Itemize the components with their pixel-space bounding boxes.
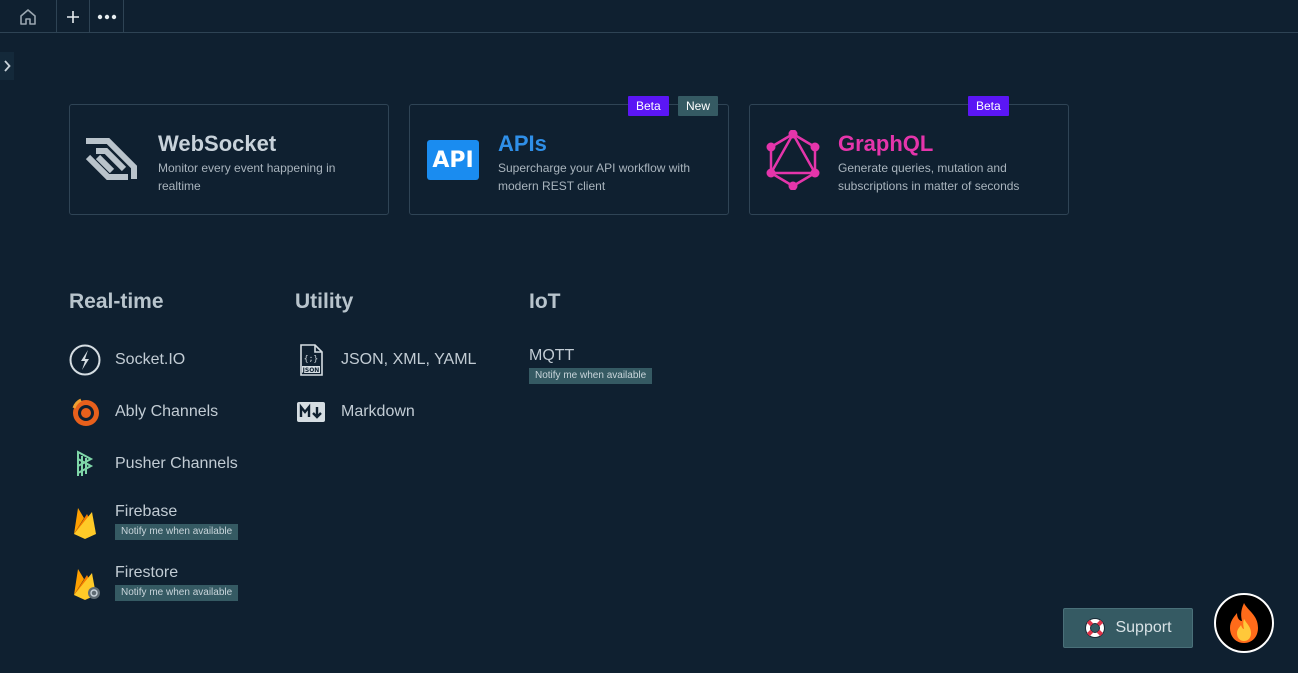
item-firebase[interactable]: Firebase Notify me when available [69, 503, 239, 540]
item-mqtt[interactable]: MQTT Notify me when available [529, 347, 653, 384]
item-ably[interactable]: Ably Channels [69, 396, 218, 428]
graphql-logo [762, 130, 824, 190]
home-icon [20, 8, 36, 25]
pusher-icon [69, 448, 101, 480]
item-pusher[interactable]: Pusher Channels [69, 448, 238, 480]
item-label: Pusher Channels [115, 455, 238, 472]
firestore-icon [69, 567, 101, 600]
new-tab-button[interactable] [56, 0, 90, 33]
support-button[interactable]: Support [1063, 608, 1193, 648]
item-label: JSON, XML, YAML [341, 351, 477, 368]
chevron-right-icon [4, 60, 11, 72]
json-file-icon: {;} JSON [295, 344, 327, 376]
item-label: Markdown [341, 403, 415, 420]
section-title-utility: Utility [295, 290, 354, 313]
item-markdown[interactable]: Markdown [295, 396, 415, 428]
more-button[interactable] [90, 0, 124, 33]
top-bar [0, 0, 1298, 33]
item-label: Firebase [115, 503, 178, 520]
card-title: APIs [498, 131, 547, 156]
websocket-logo [82, 131, 144, 189]
markdown-icon [295, 396, 327, 428]
svg-text:{;}: {;} [304, 354, 318, 363]
beta-badge: Beta [968, 96, 1009, 116]
ably-icon [69, 396, 101, 428]
fire-button[interactable] [1214, 593, 1274, 653]
firebase-icon [69, 506, 101, 539]
section-title-iot: IoT [529, 290, 561, 313]
websocket-card[interactable]: WebSocket Monitor every event happening … [69, 104, 389, 215]
notify-me-button[interactable]: Notify me when available [115, 585, 239, 601]
item-firestore[interactable]: Firestore Notify me when available [69, 564, 239, 601]
item-label: Firestore [115, 564, 179, 581]
svg-text:JSON: JSON [302, 367, 320, 374]
card-description: Generate queries, mutation and subscript… [838, 161, 1020, 193]
sidebar-toggle[interactable] [0, 52, 14, 80]
beta-badge: Beta [628, 96, 669, 116]
card-description: Supercharge your API workflow with moder… [498, 161, 691, 193]
card-description: Monitor every event happening in realtim… [158, 161, 336, 193]
item-label: Ably Channels [115, 403, 219, 420]
support-label: Support [1115, 619, 1172, 636]
apis-card[interactable]: Beta New API APIs Supercharge your API w… [409, 96, 729, 215]
notify-me-button[interactable]: Notify me when available [529, 368, 653, 384]
more-icon [97, 14, 116, 19]
item-json-xml-yaml[interactable]: {;} JSON JSON, XML, YAML [295, 344, 476, 376]
api-logo: API [422, 131, 484, 189]
home-button[interactable] [8, 0, 48, 33]
socketio-icon [69, 344, 101, 376]
notify-me-button[interactable]: Notify me when available [115, 524, 239, 540]
lifebuoy-icon [1085, 618, 1106, 638]
graphql-card[interactable]: Beta GraphQL Generate queries, mutation … [749, 96, 1069, 215]
card-title: GraphQL [838, 131, 934, 156]
card-title: WebSocket [158, 131, 277, 156]
section-title-realtime: Real-time [69, 290, 164, 313]
item-label: Socket.IO [115, 351, 186, 368]
new-badge: New [678, 96, 719, 116]
item-socketio[interactable]: Socket.IO [69, 344, 185, 376]
item-label: MQTT [529, 347, 575, 364]
fire-icon [1230, 603, 1258, 643]
plus-icon [67, 10, 79, 23]
